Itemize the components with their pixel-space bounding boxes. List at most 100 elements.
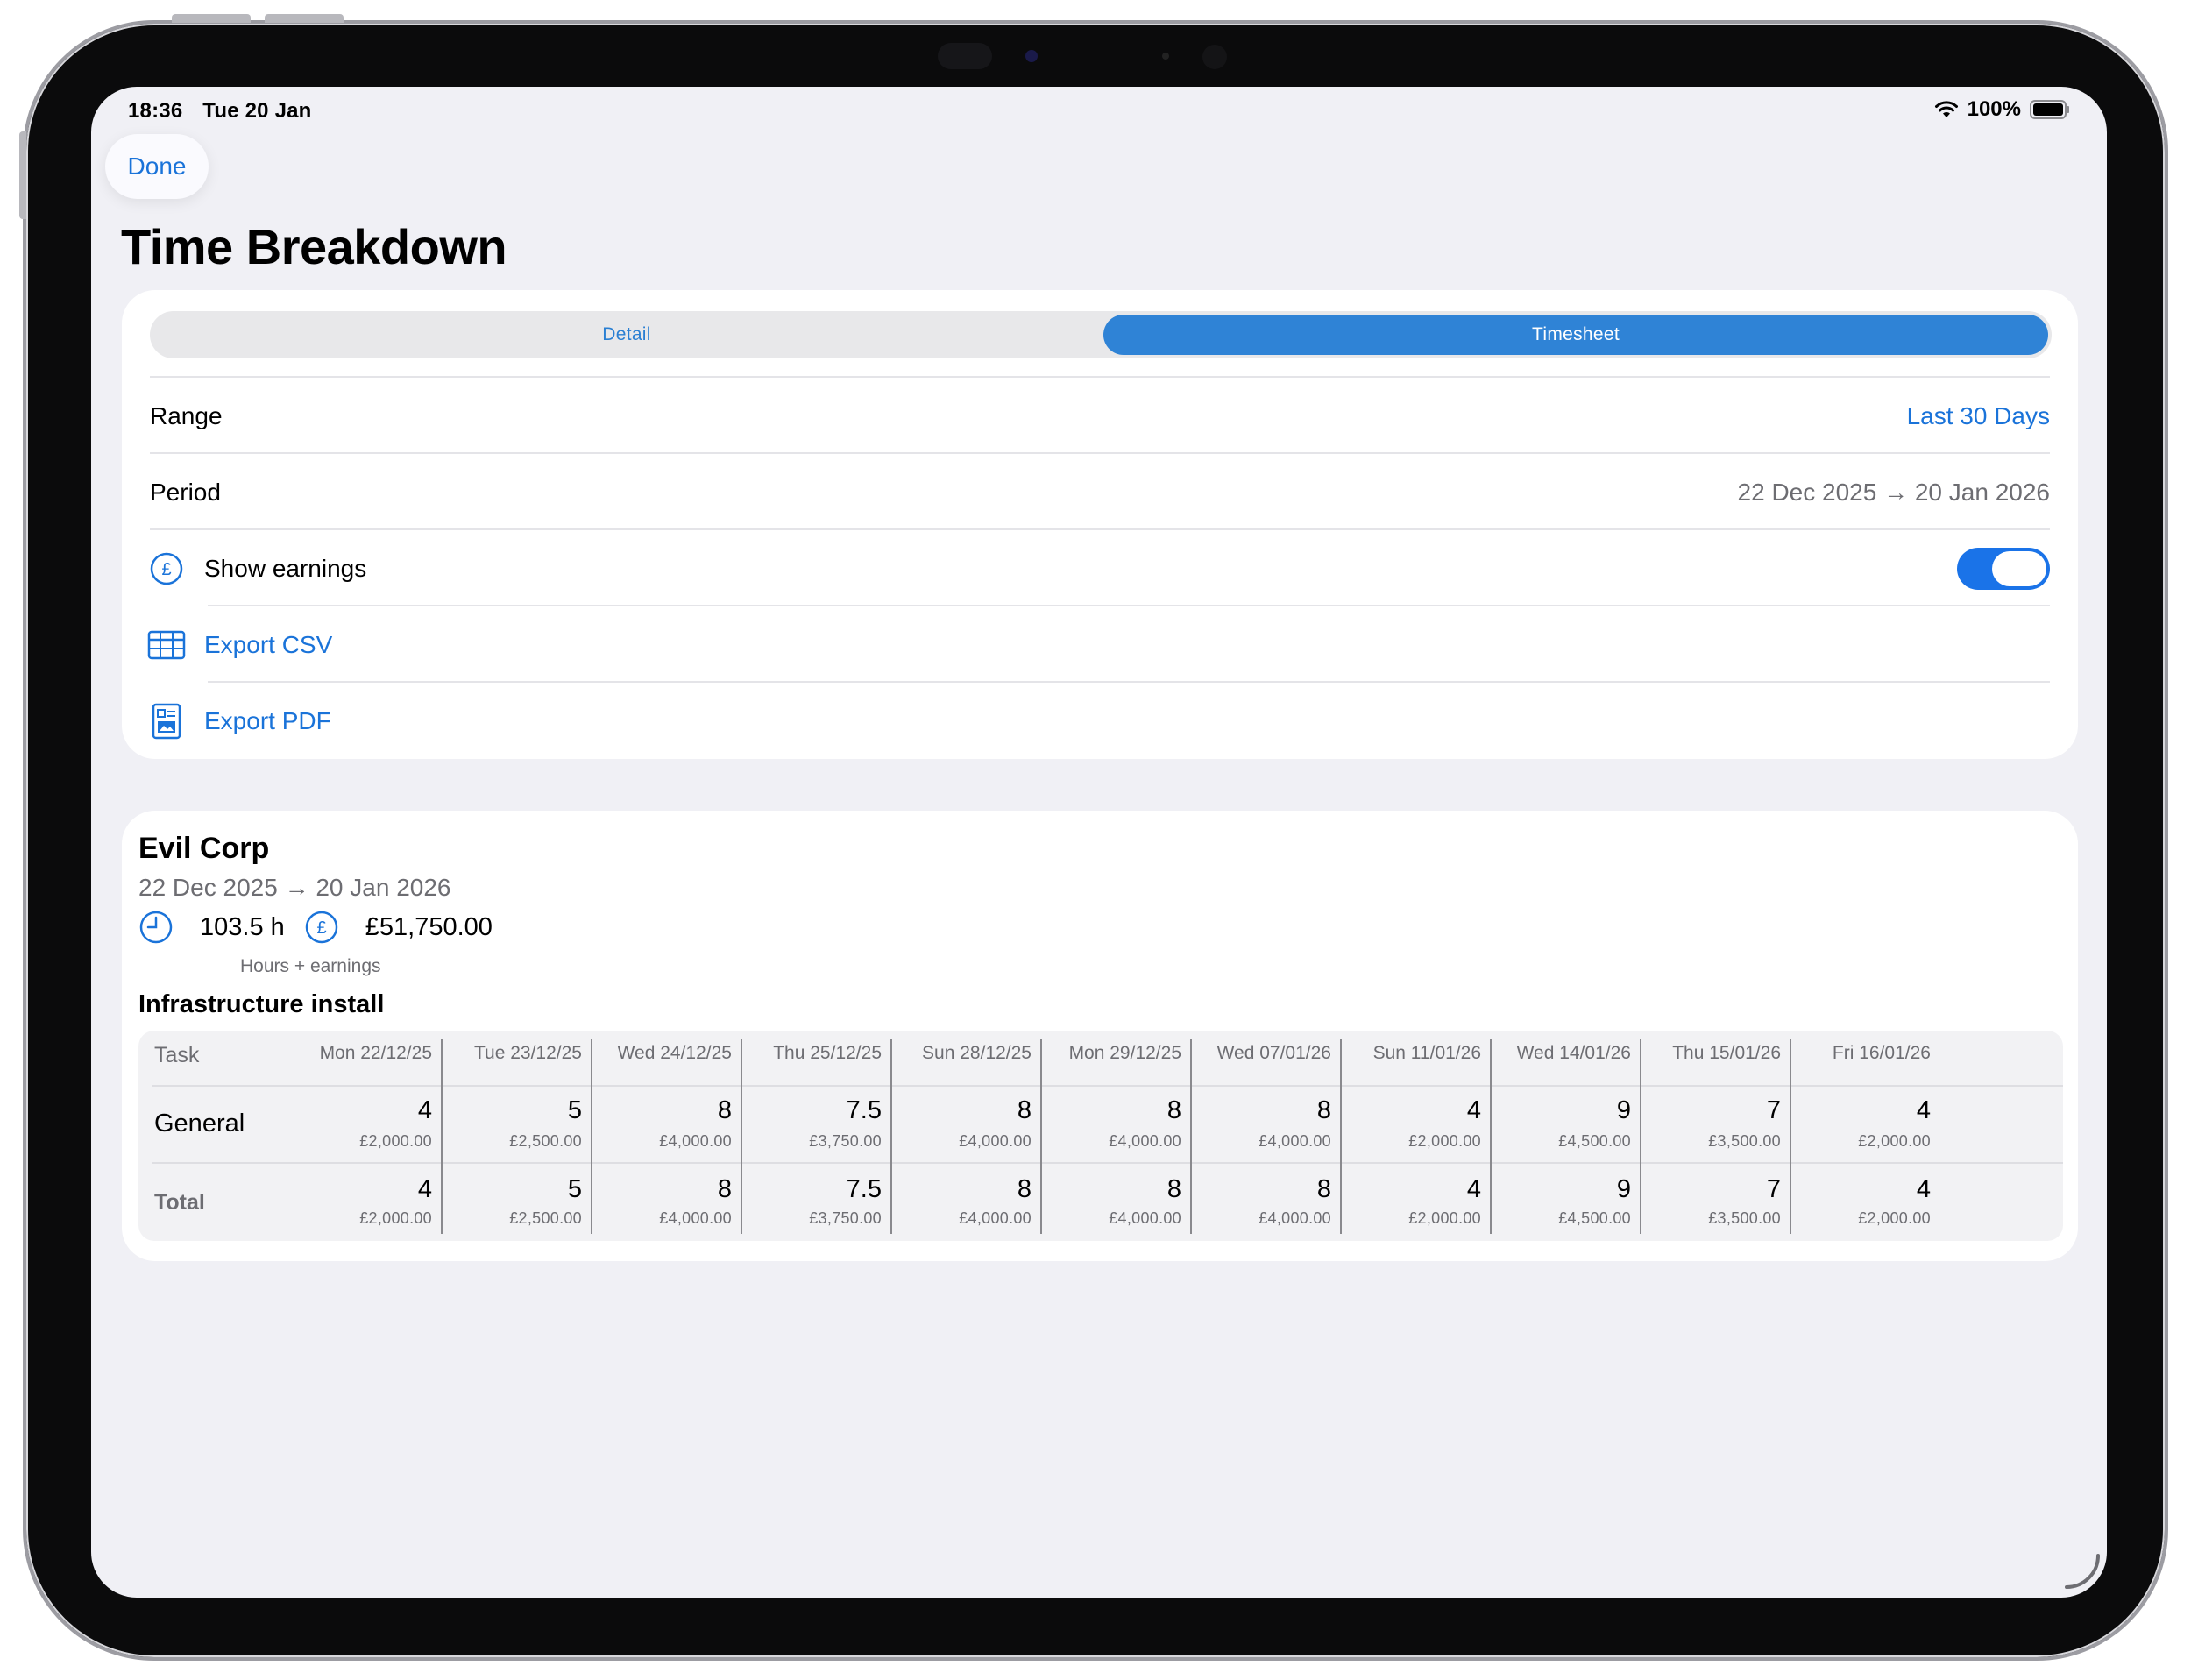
- earnings-cell: £4,000.00: [959, 1132, 1032, 1150]
- export-csv-row[interactable]: Export CSV: [147, 607, 2050, 683]
- clock-icon: [139, 911, 173, 944]
- svg-text:£: £: [316, 918, 326, 938]
- total-earnings-cell: £2,000.00: [1858, 1209, 1931, 1227]
- date-column-header: Wed 24/12/25: [617, 1043, 732, 1063]
- table-icon: [146, 625, 187, 665]
- total-earnings-cell: £2,000.00: [359, 1209, 432, 1227]
- hours-cell: 8: [1017, 1096, 1032, 1124]
- power-button: [19, 131, 26, 219]
- column-divider: [890, 1039, 892, 1234]
- show-earnings-label: Show earnings: [204, 555, 367, 582]
- pound-circle-icon: £: [146, 549, 187, 589]
- range-value[interactable]: Last 30 Days: [1907, 402, 2050, 430]
- client-period: 22 Dec 2025 → 20 Jan 2026: [138, 874, 451, 901]
- date-column-header: Mon 29/12/25: [1068, 1043, 1181, 1063]
- range-row[interactable]: Range Last 30 Days: [150, 379, 2050, 454]
- total-earnings-cell: £4,000.00: [1109, 1209, 1181, 1227]
- svg-text:£: £: [161, 560, 171, 579]
- column-divider: [441, 1039, 443, 1234]
- earnings-cell: £2,000.00: [1408, 1132, 1481, 1150]
- show-earnings-toggle[interactable]: [1957, 548, 2050, 590]
- hours-cell: 4: [417, 1096, 432, 1124]
- total-hours-cell: 5: [567, 1175, 582, 1203]
- total-row-label: Total: [154, 1190, 205, 1215]
- period-value: 22 Dec 2025 → 20 Jan 2026: [1737, 478, 2050, 506]
- segment-timesheet[interactable]: Timesheet: [1103, 315, 2048, 355]
- earnings-cell: £4,000.00: [1259, 1132, 1331, 1150]
- column-divider: [741, 1039, 742, 1234]
- show-earnings-row: £ Show earnings: [150, 531, 2050, 606]
- earnings-cell: £2,000.00: [359, 1132, 432, 1150]
- divider: [208, 605, 2050, 606]
- column-divider: [1040, 1039, 1042, 1234]
- divider: [208, 681, 2050, 683]
- camera-housing: [938, 43, 992, 69]
- total-hours-cell: 7.5: [846, 1175, 882, 1203]
- hours-cell: 7.5: [846, 1096, 882, 1124]
- date-column-header: Thu 15/01/26: [1672, 1043, 1781, 1063]
- status-bar: 18:36 Tue 20 Jan 100%: [91, 87, 2107, 136]
- total-earnings-cell: £4,000.00: [659, 1209, 732, 1227]
- task-column-header: Task: [154, 1043, 200, 1067]
- done-button[interactable]: Done: [105, 134, 209, 199]
- date-column-header: Sun 28/12/25: [922, 1043, 1032, 1063]
- total-hours-cell: 8: [1017, 1175, 1032, 1203]
- date-column-header: Fri 16/01/26: [1832, 1043, 1931, 1063]
- export-pdf-row[interactable]: Export PDF: [150, 684, 2050, 759]
- segment-detail[interactable]: Detail: [153, 315, 1100, 355]
- page-title: Time Breakdown: [121, 219, 507, 274]
- wifi-icon: [1934, 101, 1958, 117]
- total-earnings-cell: £4,500.00: [1558, 1209, 1631, 1227]
- screen: 18:36 Tue 20 Jan 100% Done Time Breakdow…: [91, 87, 2107, 1598]
- project-name: Infrastructure install: [138, 990, 385, 1018]
- earnings-cell: £4,500.00: [1558, 1132, 1631, 1150]
- total-hours: 103.5 h: [200, 912, 285, 941]
- task-row-label: General: [154, 1109, 245, 1138]
- total-hours-cell: 8: [1316, 1175, 1331, 1203]
- total-earnings-cell: £2,500.00: [509, 1209, 582, 1227]
- column-divider: [1490, 1039, 1492, 1234]
- sensor-dot: [1162, 53, 1169, 60]
- earnings-cell: £4,000.00: [1109, 1132, 1181, 1150]
- total-hours-cell: 8: [1166, 1175, 1181, 1203]
- column-divider: [591, 1039, 592, 1234]
- total-earnings: £51,750.00: [365, 912, 493, 941]
- column-divider: [1790, 1039, 1791, 1234]
- hours-cell: 5: [567, 1096, 582, 1124]
- date-column-header: Wed 07/01/26: [1216, 1043, 1331, 1063]
- earnings-cell: £2,000.00: [1858, 1132, 1931, 1150]
- column-divider: [1190, 1039, 1192, 1234]
- camera-lens: [1025, 50, 1038, 62]
- total-earnings-cell: £2,000.00: [1408, 1209, 1481, 1227]
- date-column-header: Thu 25/12/25: [773, 1043, 882, 1063]
- hours-cell: 8: [1166, 1096, 1181, 1124]
- hours-cell: 9: [1616, 1096, 1631, 1124]
- resize-handle-icon[interactable]: [2063, 1552, 2102, 1591]
- settings-card: Detail Timesheet Range Last 30 Days Peri…: [122, 290, 2078, 759]
- date-column-header: Tue 23/12/25: [474, 1043, 582, 1063]
- hours-cell: 4: [1466, 1096, 1481, 1124]
- divider: [152, 1162, 2063, 1164]
- client-card: Evil Corp 22 Dec 2025 → 20 Jan 2026 103.…: [122, 811, 2078, 1261]
- view-segmented-control: Detail Timesheet: [150, 311, 2052, 358]
- total-hours-cell: 4: [1916, 1175, 1931, 1203]
- period-row: Period 22 Dec 2025 → 20 Jan 2026: [150, 455, 2050, 530]
- earnings-cell: £3,500.00: [1708, 1132, 1781, 1150]
- client-name: Evil Corp: [138, 832, 270, 865]
- export-pdf-label[interactable]: Export PDF: [204, 707, 331, 735]
- date-column-header: Sun 11/01/26: [1372, 1043, 1481, 1063]
- divider: [150, 528, 2050, 530]
- volume-down-button: [265, 14, 344, 23]
- sensor-dot: [1202, 45, 1227, 69]
- date-column-header: Mon 22/12/25: [319, 1043, 432, 1063]
- timesheet-table: Task General Total Mon 22/12/25 4 £2,000.0…: [138, 1031, 2063, 1241]
- total-earnings-cell: £4,000.00: [959, 1209, 1032, 1227]
- hours-cell: 4: [1916, 1096, 1931, 1124]
- toggle-knob: [1992, 551, 2046, 586]
- total-earnings-cell: £4,000.00: [1259, 1209, 1331, 1227]
- hours-cell: 8: [1316, 1096, 1331, 1124]
- divider: [150, 452, 2050, 454]
- column-divider: [1640, 1039, 1641, 1234]
- export-csv-label[interactable]: Export CSV: [204, 631, 332, 659]
- column-divider: [1340, 1039, 1342, 1234]
